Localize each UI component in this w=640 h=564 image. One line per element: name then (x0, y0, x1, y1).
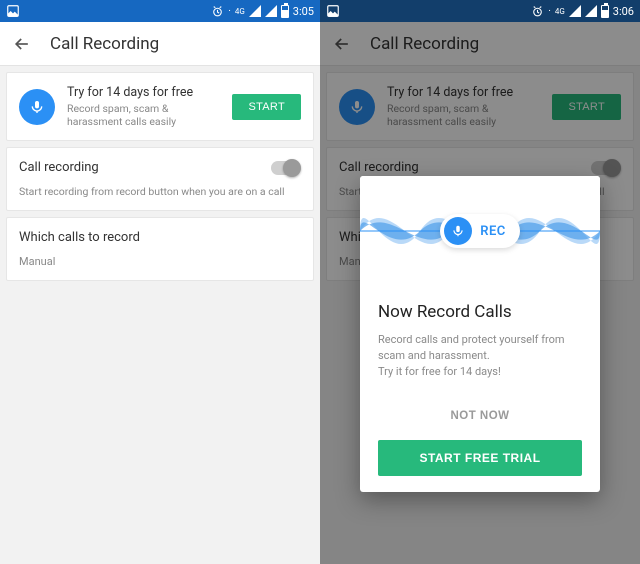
dot-icon: · (228, 6, 231, 17)
call-recording-setting[interactable]: Call recording Start recording from reco… (6, 147, 314, 211)
mic-icon (19, 89, 55, 125)
signal-icon (249, 5, 261, 17)
network-label: 4G (235, 7, 245, 16)
setting-label: Call recording (19, 160, 99, 175)
screen-left: · 4G 3:05 Call Recording Try for 14 days… (0, 0, 320, 564)
clock-label: 3:05 (293, 5, 314, 18)
signal-icon (569, 5, 581, 17)
clock-label: 3:06 (613, 5, 634, 18)
dialog-title: Now Record Calls (378, 302, 582, 322)
alarm-icon (211, 5, 224, 18)
rec-label: REC (480, 224, 506, 239)
page-title: Call Recording (50, 34, 159, 54)
app-bar: Call Recording (0, 22, 320, 66)
which-calls-setting[interactable]: Which calls to record Manual (6, 217, 314, 281)
dot-icon: · (548, 6, 551, 17)
mic-icon (444, 217, 472, 245)
status-bar: · 4G 3:05 (0, 0, 320, 22)
rec-pill: REC (440, 214, 520, 248)
notification-image-icon (326, 4, 340, 18)
start-free-trial-button[interactable]: START FREE TRIAL (378, 440, 582, 476)
start-trial-button[interactable]: START (232, 94, 301, 120)
trial-promo-card: Try for 14 days for free Record spam, sc… (6, 72, 314, 141)
recording-toggle[interactable] (271, 161, 301, 175)
setting-description: Start recording from record button when … (19, 185, 301, 198)
network-label: 4G (555, 7, 565, 16)
dialog-hero: REC (360, 176, 600, 286)
record-calls-dialog: REC Now Record Calls Record calls and pr… (360, 176, 600, 492)
battery-icon (601, 5, 609, 18)
signal-icon-2 (585, 5, 597, 17)
dialog-description: Record calls and protect yourself from s… (378, 332, 582, 380)
notification-image-icon (6, 4, 20, 18)
not-now-button[interactable]: NOT NOW (378, 402, 582, 430)
promo-title: Try for 14 days for free (67, 85, 220, 100)
setting-label: Which calls to record (19, 230, 301, 245)
status-bar: · 4G 3:06 (320, 0, 640, 22)
alarm-icon (531, 5, 544, 18)
back-icon[interactable] (12, 34, 32, 54)
promo-subtitle: Record spam, scam & harassment calls eas… (67, 102, 220, 128)
signal-icon-2 (265, 5, 277, 17)
screen-right: · 4G 3:06 Call Recording Try for (320, 0, 640, 564)
battery-icon (281, 5, 289, 18)
setting-value: Manual (19, 255, 301, 268)
